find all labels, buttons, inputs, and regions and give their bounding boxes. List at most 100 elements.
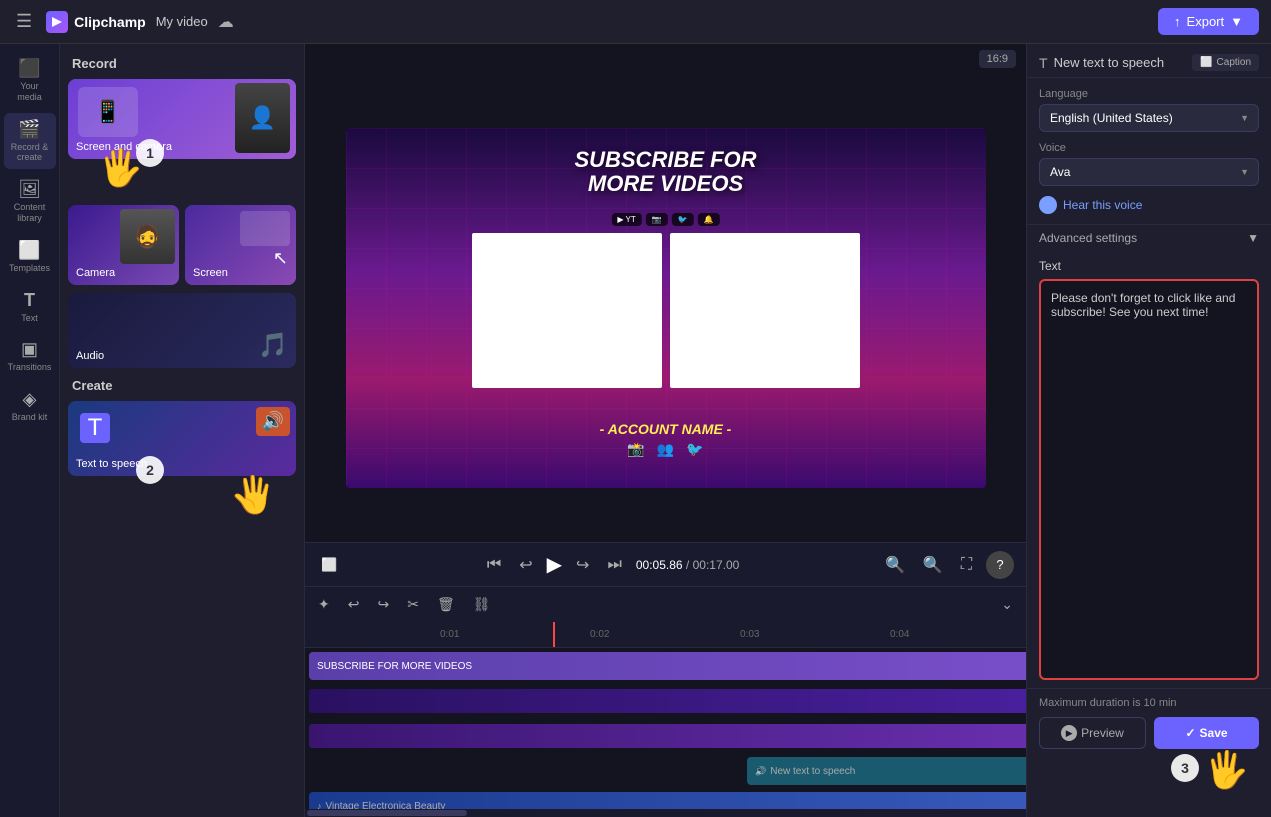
camera-label: Camera [76,267,115,279]
track-row-4: 🔊 New text to speech [307,755,1024,787]
magnet-button[interactable]: ✦ [313,593,335,616]
cursor-icon: ↖ [273,248,288,269]
video-account-name: - ACCOUNT NAME - [600,421,732,437]
card-grid: 🧔 Camera ↖ Screen [68,205,296,285]
voice-section: Voice Ava ▶ Hear this voice [1027,138,1271,224]
hear-voice-button[interactable]: ▶ Hear this voice [1039,192,1142,218]
video-white-box-right [670,233,860,388]
forward-button[interactable]: ↪ [572,551,593,579]
time-separator: / [686,558,693,572]
social-pill-yt: ▶ YT [611,213,641,226]
track-video1[interactable] [309,689,1026,713]
rewind-button[interactable]: ↩ [515,551,536,579]
video-social-icons: 📸 👥 🐦 [600,441,732,458]
language-section: Language English (United States) [1027,78,1271,138]
app-logo: Clipchamp [46,11,146,33]
rp-title: New text to speech [1054,55,1165,70]
advanced-settings-chevron: ▼ [1247,231,1259,245]
audio-card[interactable]: 🎵 Audio [68,293,296,368]
expand-timeline-button[interactable]: ⌄ [996,593,1018,616]
app-name: Clipchamp [74,14,146,30]
save-button[interactable]: ✓ Save [1154,717,1259,749]
export-button[interactable]: ↑ Export ▼ [1158,8,1259,35]
skip-back-button[interactable]: ⏮ [483,552,505,578]
zoom-out-button[interactable]: 🔍 [881,551,909,579]
video-title-line2: MORE VIDEOS [574,172,756,196]
cut-button[interactable]: ✂ [402,593,424,616]
notifications-icon[interactable]: ☁ [218,12,234,32]
timeline-tracks: SUBSCRIBE FOR MORE VIDEOS 🔊 New text to … [305,648,1026,817]
badge-1: 1 [136,139,164,167]
sidebar-item-your-media[interactable]: ⬛ Your media [4,52,56,109]
video-title[interactable]: My video [156,14,208,29]
tts-card[interactable]: T 🔊 Text to speech [68,401,296,476]
sidebar-item-templates[interactable]: ⬜ Templates [4,234,56,280]
playhead [553,622,555,647]
track-tts-label: New text to speech [770,766,855,777]
preview-button[interactable]: ▶ Preview [1039,717,1146,749]
sidebar-item-transitions[interactable]: ▣ Transitions [4,333,56,379]
advanced-settings-section[interactable]: Advanced settings ▼ [1027,224,1271,251]
voice-label: Voice [1039,142,1259,154]
time-display: 00:05.86 / 00:17.00 [636,558,739,572]
ratio-badge: 16:9 [979,50,1016,68]
badge-3: 3 [1171,754,1199,782]
time-total: 00:17.00 [693,558,740,572]
language-select[interactable]: English (United States) [1039,104,1259,132]
right-panel: T New text to speech ⬜ Caption Language … [1026,44,1271,817]
link-button[interactable]: ⛓ [468,593,496,616]
timeline-scrollbar-thumb[interactable] [307,810,467,816]
canvas-preview: SUBSCRIBE FOR MORE VIDEOS ▶ YT 📷 🐦 🔔 [305,74,1026,542]
camera-card[interactable]: 🧔 Camera [68,205,179,285]
undo-button[interactable]: ↩ [343,593,365,616]
text-input[interactable] [1039,279,1259,680]
video-social-row: ▶ YT 📷 🐦 🔔 [611,213,719,226]
preview-play-icon: ▶ [1061,725,1077,741]
track-subscribe-label: SUBSCRIBE FOR MORE VIDEOS [317,661,472,672]
play-button[interactable]: ▶ [547,552,562,577]
video-title-line1: SUBSCRIBE FOR [574,148,756,172]
skip-forward-button[interactable]: ⏭ [603,552,625,578]
caption-button[interactable]: ⬜ Caption [1192,54,1259,71]
captions-button[interactable]: ⬜ [317,553,341,577]
sidebar-item-record-create[interactable]: 🎬 Record & create [4,113,56,170]
timeline-toolbar: ✦ ↩ ↪ ✂ 🗑 ⛓ ⌄ [305,586,1026,622]
canvas-area: 16:9 SUBSCRIBE FOR MORE VIDEOS ▶ YT 📷 🐦 … [305,44,1026,817]
social-pill-tw: 🐦 [672,213,694,226]
voice-select-wrapper: Ava [1039,158,1259,186]
timeline-scrollbar[interactable] [305,809,1026,817]
fullscreen-button[interactable]: ⛶ [957,552,976,578]
video-title-overlay: SUBSCRIBE FOR MORE VIDEOS [574,148,756,196]
voice-select[interactable]: Ava [1039,158,1259,186]
help-button[interactable]: ? [986,551,1014,579]
record-section-title: Record [68,56,296,71]
track-tts[interactable]: 🔊 New text to speech [747,757,1026,785]
language-label: Language [1039,88,1259,100]
max-duration-text: Maximum duration is 10 min [1039,697,1259,709]
screen-and-camera-card[interactable]: 📱 👤 Screen and camera [68,79,296,159]
sidebar: ⬛ Your media 🎬 Record & create 🖼 Content… [0,44,60,817]
templates-icon: ⬜ [18,240,40,261]
zoom-in-button[interactable]: 🔍 [919,551,947,579]
save-check-icon: ✓ [1185,726,1195,740]
screen-card[interactable]: ↖ Screen [185,205,296,285]
content-library-icon: 🖼 [18,179,41,200]
sidebar-item-content-library[interactable]: 🖼 Content library [4,173,56,230]
video-content-row [472,233,860,388]
track-video2[interactable] [309,724,1026,748]
delete-button[interactable]: 🗑 [432,593,460,616]
brand-kit-icon: ◈ [23,389,37,410]
rp-header: T New text to speech ⬜ Caption [1027,44,1271,78]
twitter-icon: 🐦 [686,441,703,458]
left-panel: Record 📱 👤 Screen and camera 1 🖐 🧔 [60,44,305,817]
track-row-3 [307,720,1024,752]
sidebar-item-brand-kit[interactable]: ◈ Brand kit [4,383,56,429]
playback-controls: ⬜ ⏮ ↩ ▶ ↪ ⏭ 00:05.86 / 00:17.00 🔍 🔍 ⛶ ? [305,542,1026,586]
track-subscribe[interactable]: SUBSCRIBE FOR MORE VIDEOS [309,652,1026,680]
menu-button[interactable]: ☰ [12,7,36,36]
audio-waves-icon: 🎵 [258,331,288,360]
topbar: ☰ Clipchamp My video ☁ ↑ Export ▼ [0,0,1271,44]
sidebar-item-text[interactable]: T Text [4,284,56,330]
video-frame: SUBSCRIBE FOR MORE VIDEOS ▶ YT 📷 🐦 🔔 [346,128,986,488]
redo-button[interactable]: ↪ [372,593,394,616]
